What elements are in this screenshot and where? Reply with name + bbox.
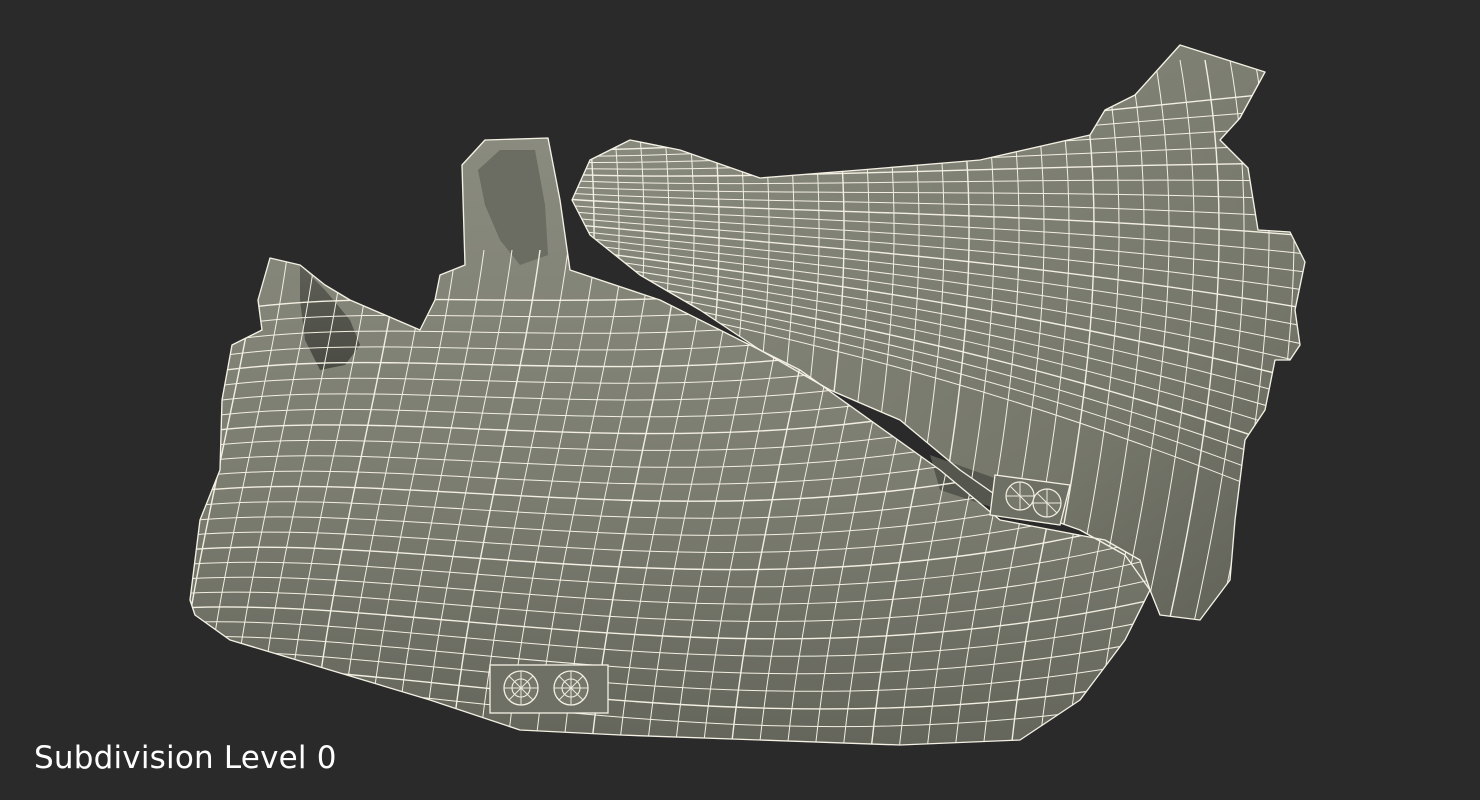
side-vent-detail (489, 664, 609, 714)
shoe-wireframe-render (189, 44, 1306, 746)
render-viewport: Subdivision Level 0 (0, 0, 1480, 800)
caption-label: Subdivision Level 0 (34, 740, 337, 776)
